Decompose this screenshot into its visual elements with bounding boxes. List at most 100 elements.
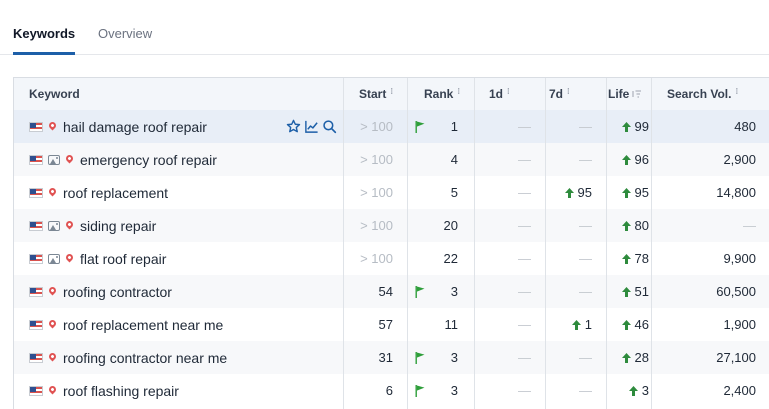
table-row[interactable]: siding repair > 100 20 — — 80 —	[14, 209, 769, 242]
table-row[interactable]: hail damage roof repair > 100 1 — — 99 4…	[14, 110, 769, 143]
table-row[interactable]: emergency roof repair > 100 4 — — 96 2,9…	[14, 143, 769, 176]
tab-keywords[interactable]: Keywords	[13, 26, 76, 55]
d1-cell: —	[475, 209, 545, 242]
location-pin-icon	[47, 351, 58, 362]
column-divider	[407, 78, 408, 409]
d1-value: —	[518, 317, 531, 332]
column-1d[interactable]: 1d ⁞	[475, 78, 545, 110]
table-row[interactable]: roof flashing repair 6 3 — — 3 2,400	[14, 374, 769, 407]
keyword-text[interactable]: roofing contractor near me	[63, 350, 227, 366]
keyword-text[interactable]: hail damage roof repair	[63, 119, 207, 135]
column-divider	[606, 78, 607, 409]
search-volume-value: 2,400	[723, 383, 756, 398]
d1-value: —	[518, 383, 531, 398]
rank-value: 3	[450, 383, 458, 398]
life-value: 46	[634, 317, 649, 332]
d1-value: —	[518, 251, 531, 266]
column-divider	[651, 78, 652, 409]
d1-cell: —	[475, 143, 545, 176]
arrow-up-icon	[628, 385, 638, 396]
keyword-text[interactable]: roof replacement	[63, 185, 168, 201]
column-divider	[343, 78, 344, 409]
us-flag-icon	[29, 286, 43, 297]
column-divider	[545, 78, 546, 409]
search-volume-value: 27,100	[716, 350, 756, 365]
sort-icon: ⁞	[567, 86, 570, 96]
d7-cell: —	[546, 242, 606, 275]
start-value: > 100	[360, 251, 393, 266]
table-header: Keyword Start ⁞ Rank ⁞ 1d ⁞ 7d ⁞ Life Search…	[14, 78, 769, 111]
row-actions	[286, 110, 337, 143]
keyword-text[interactable]: emergency roof repair	[80, 152, 217, 168]
rank-cell: 3	[408, 341, 474, 374]
table-row[interactable]: roof replacement > 100 5 — 95 95 14,800	[14, 176, 769, 209]
column-search-volume[interactable]: Search Vol. ⁞	[652, 78, 769, 110]
keywords-table: Keyword Start ⁞ Rank ⁞ 1d ⁞ 7d ⁞ Life Search…	[13, 77, 769, 409]
first-place-flag-icon	[415, 384, 425, 397]
rank-cell: 3	[408, 275, 474, 308]
search-volume-value: 480	[734, 119, 756, 134]
rank-value: 1	[450, 119, 458, 134]
column-life[interactable]: Life	[607, 78, 651, 110]
d7-cell: —	[546, 209, 606, 242]
d7-cell: 95	[546, 176, 606, 209]
keyword-cell: roof replacement near me	[29, 308, 343, 341]
search-volume-cell: 480	[652, 110, 769, 143]
start-cell: 57	[343, 308, 407, 341]
search-icon[interactable]	[322, 119, 337, 134]
d1-cell: —	[475, 374, 545, 407]
d7-value: —	[579, 218, 592, 233]
life-cell: 80	[607, 209, 651, 242]
sort-icon: ⁞	[390, 86, 393, 96]
keyword-cell: roofing contractor	[29, 275, 343, 308]
column-rank[interactable]: Rank ⁞	[408, 78, 474, 110]
life-cell: 96	[607, 143, 651, 176]
keyword-text[interactable]: siding repair	[80, 218, 156, 234]
keyword-text[interactable]: roofing contractor	[63, 284, 172, 300]
life-cell: 95	[607, 176, 651, 209]
arrow-up-icon	[621, 352, 631, 363]
table-row[interactable]: roofing contractor 54 3 — — 51 60,500	[14, 275, 769, 308]
search-volume-cell: 60,500	[652, 275, 769, 308]
start-cell: > 100	[343, 242, 407, 275]
d1-cell: —	[475, 110, 545, 143]
table-row[interactable]: roof replacement near me 57 11 — 1 46 1,…	[14, 308, 769, 341]
life-value: 95	[634, 185, 649, 200]
rank-cell: 11	[408, 308, 474, 341]
start-value: 31	[378, 350, 393, 365]
keyword-text[interactable]: flat roof repair	[80, 251, 166, 267]
column-7d[interactable]: 7d ⁞	[546, 78, 606, 110]
start-value: 6	[385, 383, 393, 398]
first-place-flag-icon	[415, 120, 425, 133]
arrow-up-icon	[621, 253, 631, 264]
keyword-cell: roof flashing repair	[29, 374, 343, 407]
location-pin-icon	[47, 384, 58, 395]
start-cell: > 100	[343, 209, 407, 242]
us-flag-icon	[29, 154, 43, 165]
d1-value: —	[518, 185, 531, 200]
table-row[interactable]: roofing contractor near me 31 3 — — 28 2…	[14, 341, 769, 374]
tab-overview[interactable]: Overview	[98, 26, 152, 52]
sort-icon: ⁞	[735, 86, 739, 96]
sort-icon: ⁞	[507, 86, 510, 96]
column-keyword-label: Keyword	[29, 87, 80, 101]
search-volume-cell: 14,800	[652, 176, 769, 209]
start-cell: 6	[343, 374, 407, 407]
column-start[interactable]: Start ⁞	[343, 78, 407, 110]
d7-value: 1	[584, 317, 592, 332]
start-cell: 31	[343, 341, 407, 374]
start-value: > 100	[360, 218, 393, 233]
location-pin-icon	[47, 318, 58, 329]
first-place-flag-icon	[415, 351, 425, 364]
arrow-up-icon	[621, 220, 631, 231]
star-icon[interactable]	[286, 119, 301, 134]
arrow-up-icon	[621, 187, 631, 198]
table-row[interactable]: flat roof repair > 100 22 — — 78 9,900	[14, 242, 769, 275]
d7-cell: —	[546, 275, 606, 308]
chart-icon[interactable]	[304, 119, 319, 134]
column-keyword[interactable]: Keyword	[29, 78, 329, 110]
life-cell: 46	[607, 308, 651, 341]
keyword-text[interactable]: roof flashing repair	[63, 383, 179, 399]
rank-value: 22	[443, 251, 458, 266]
keyword-text[interactable]: roof replacement near me	[63, 317, 223, 333]
